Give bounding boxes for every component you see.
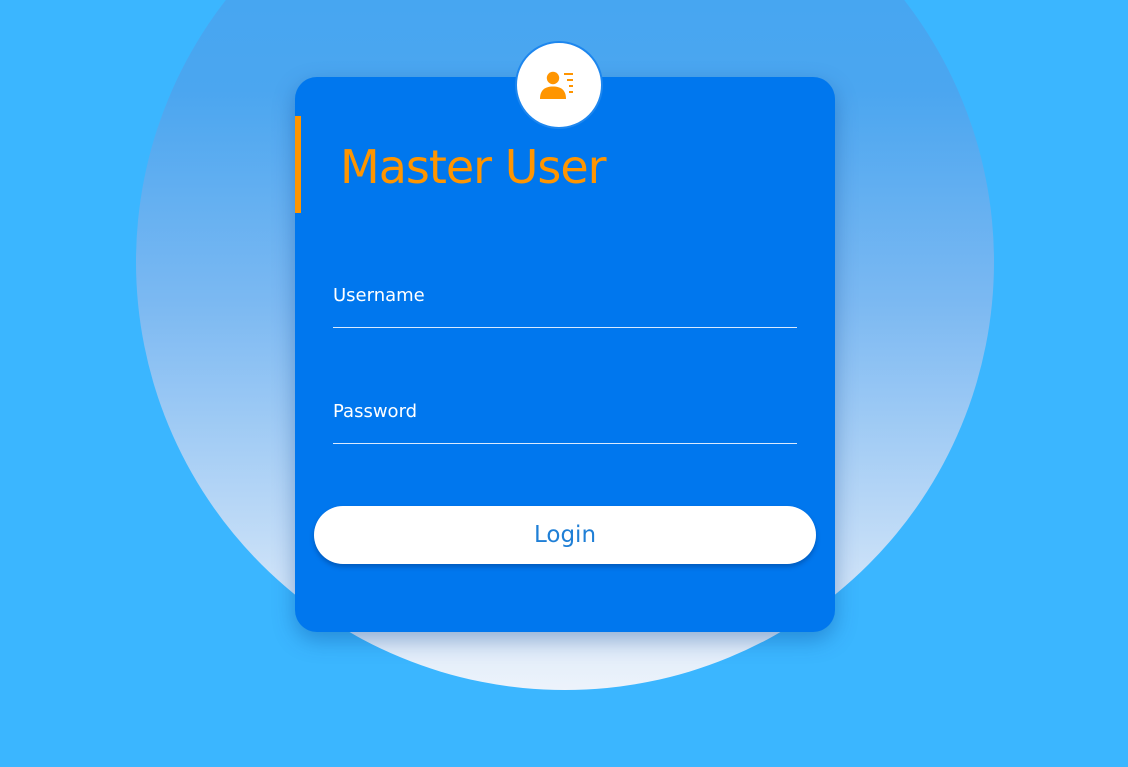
password-input[interactable] [333,388,797,444]
user-list-icon [540,71,573,99]
username-field: Username [333,272,797,332]
password-field: Password [333,388,797,448]
title-accent-bar [295,116,301,213]
avatar-badge [515,41,603,129]
login-button[interactable]: Login [314,506,816,564]
username-input[interactable] [333,272,797,328]
page-title: Master User [340,140,607,194]
